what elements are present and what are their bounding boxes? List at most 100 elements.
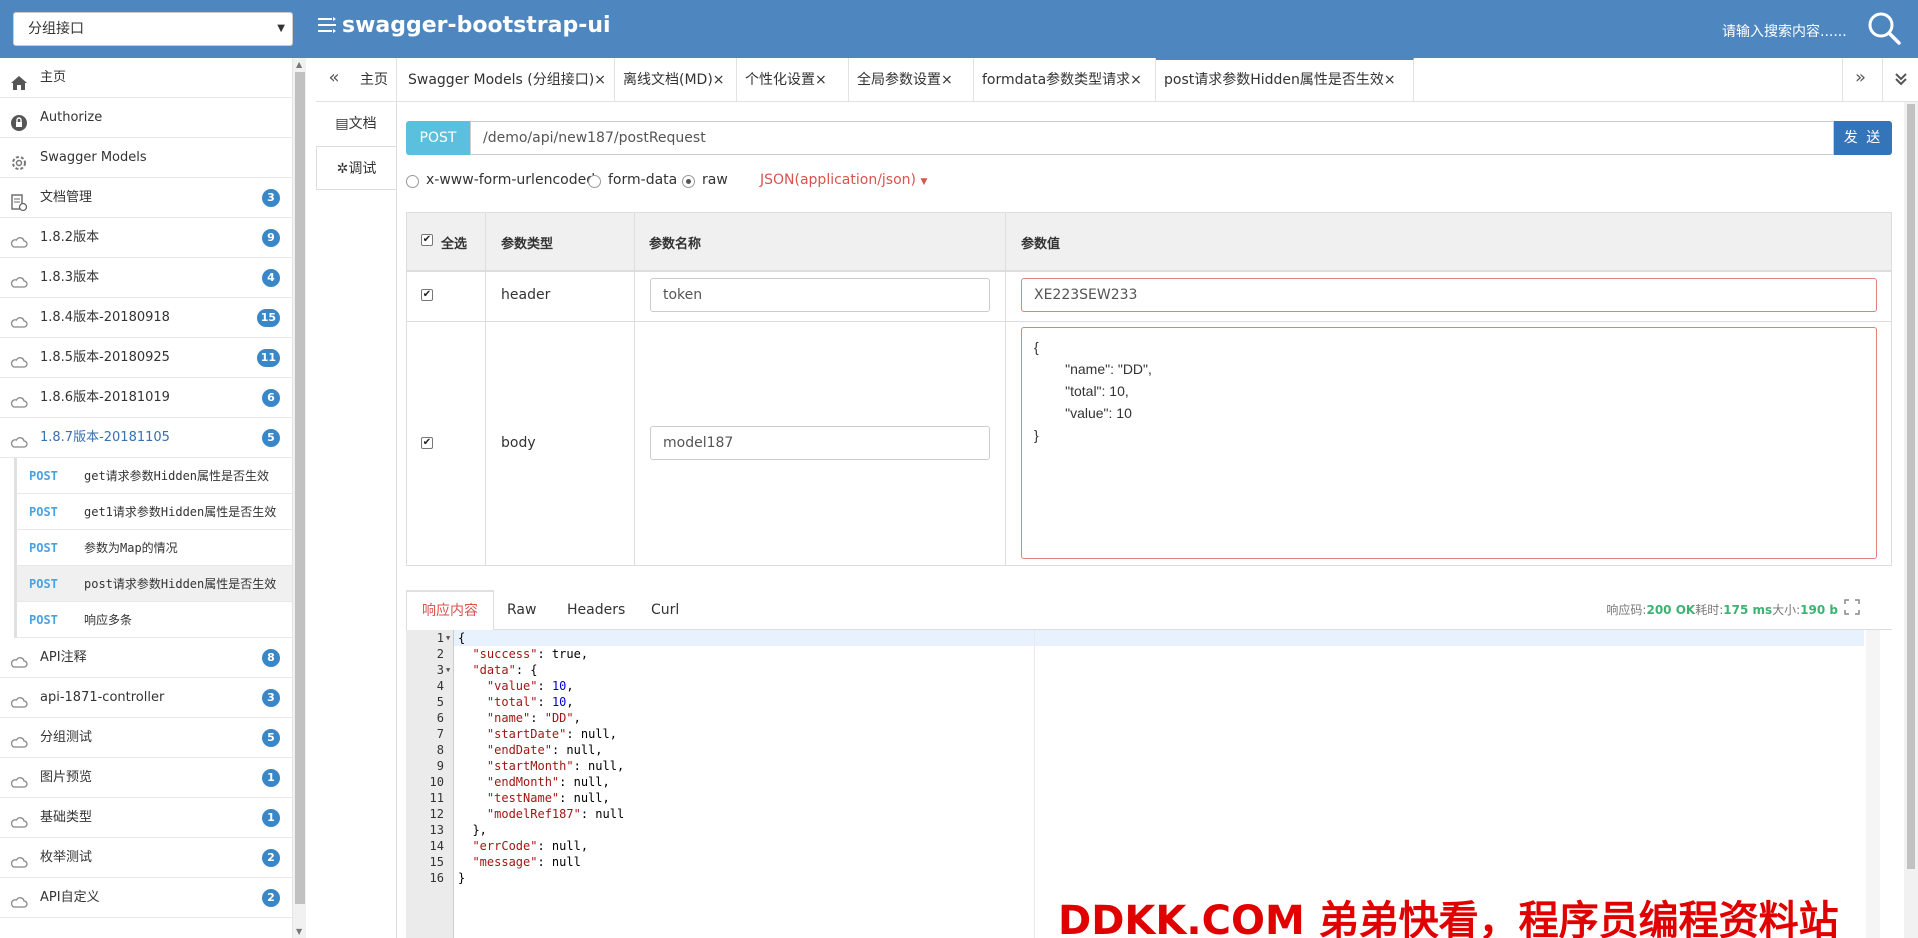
- cloud-icon: [10, 889, 28, 908]
- tabs-scroll-left-button[interactable]: «: [316, 58, 352, 102]
- tabs-scroll-right-button[interactable]: »: [1842, 58, 1878, 102]
- param-value-input[interactable]: XE223SEW233: [1021, 278, 1877, 312]
- sidebar-item[interactable]: api-1871-controller 3: [0, 678, 292, 718]
- row-checkbox[interactable]: ✔: [421, 289, 433, 301]
- sidebar-item[interactable]: Authorize: [0, 98, 292, 138]
- radio-raw-label[interactable]: raw: [702, 172, 728, 188]
- sidebar: 主页 Authorize Swagger Models 文档管理 3 1.8.2版本 9 1.…: [0, 58, 292, 938]
- sidebar-item[interactable]: 枚举测试 2: [0, 838, 292, 878]
- api-label: get1请求参数Hidden属性是否生效: [84, 505, 277, 519]
- menu-toggle-icon[interactable]: [318, 16, 336, 34]
- scroll-down-icon[interactable]: ▼: [296, 927, 302, 936]
- sidebar-item[interactable]: 基础类型 1: [0, 798, 292, 838]
- line-number: 15: [429, 855, 444, 869]
- tab-formdata[interactable]: formdata参数类型请求×: [974, 58, 1156, 102]
- url-input[interactable]: /demo/api/new187/postRequest: [470, 121, 1834, 155]
- sidebar-item[interactable]: 1.8.7版本-20181105 5: [0, 418, 292, 458]
- sidebar-item[interactable]: API注释 8: [0, 638, 292, 678]
- fullscreen-icon[interactable]: [1844, 599, 1860, 615]
- param-name-input[interactable]: token: [650, 278, 990, 312]
- th-param-type: 参数类型: [501, 237, 554, 252]
- sidebar-item[interactable]: 主页: [0, 58, 292, 98]
- radio-form-data[interactable]: [588, 175, 601, 188]
- watermark: DDKK.COM 弟弟快看，程序员编程资料站: [1058, 898, 1839, 938]
- tab-response-content[interactable]: 响应内容: [406, 590, 494, 631]
- sidebar-item-label: 1.8.2版本: [40, 230, 100, 245]
- main-scrollbar[interactable]: [1904, 102, 1918, 938]
- sidebar-item[interactable]: 1.8.2版本 9: [0, 218, 292, 258]
- fold-arrow-icon[interactable]: ▼: [446, 634, 450, 642]
- tab-post-hidden[interactable]: post请求参数Hidden属性是否生效×: [1156, 58, 1414, 102]
- body-json-textarea[interactable]: { "name": "DD", "total": 10, "value": 10…: [1021, 327, 1877, 559]
- sidebar-item[interactable]: Swagger Models: [0, 138, 292, 178]
- col-divider: [1005, 213, 1006, 565]
- tab-home[interactable]: 主页: [352, 58, 397, 102]
- radio-form-data-label[interactable]: form-data: [608, 172, 677, 188]
- code-line: }: [458, 871, 466, 885]
- group-select[interactable]: 分组接口 ▼: [13, 12, 293, 46]
- tab-swagger-models[interactable]: Swagger Models (分组接口)×: [400, 58, 615, 102]
- group-select-value: 分组接口: [28, 21, 84, 37]
- line-number: 4: [436, 679, 444, 693]
- tab-offline-doc[interactable]: 离线文档(MD)×: [615, 58, 737, 102]
- sidebar-item[interactable]: 1.8.5版本-20180925 11: [0, 338, 292, 378]
- api-list-item[interactable]: POST 参数为Map的情况: [14, 530, 292, 566]
- editor-scrollbar[interactable]: [1866, 630, 1880, 938]
- cloud-icon: [10, 729, 28, 748]
- raw-type-dropdown[interactable]: JSON(application/json) ▼: [760, 172, 927, 188]
- tab-response-raw[interactable]: Raw: [492, 590, 551, 630]
- fold-arrow-icon[interactable]: ▼: [446, 666, 450, 674]
- tab-personal-settings[interactable]: 个性化设置×: [737, 58, 849, 102]
- sidebar-item-label: API自定义: [40, 890, 100, 905]
- main-scroll-thumb[interactable]: [1907, 104, 1915, 869]
- count-badge: 11: [256, 349, 280, 367]
- search-icon[interactable]: [1866, 10, 1902, 46]
- sidebar-item-label: API注释: [40, 650, 87, 665]
- line-number: 12: [429, 807, 444, 821]
- tabs-menu-button[interactable]: [1882, 58, 1918, 102]
- sidebar-item-label: Authorize: [40, 110, 103, 125]
- sidebar-item[interactable]: 图片预览 1: [0, 758, 292, 798]
- code-line: "success": true,: [472, 647, 589, 661]
- sidebar-item[interactable]: 文档管理 3: [0, 178, 292, 218]
- api-list-item[interactable]: POST 响应多条: [14, 602, 292, 638]
- sidebar-scrollbar[interactable]: ▲ ▼: [292, 58, 306, 938]
- cloud-icon: [10, 349, 28, 368]
- home-icon: [10, 69, 28, 90]
- params-table: ✔ 全选 参数类型 参数名称 参数值 ✔ header token XE223S…: [406, 212, 1892, 566]
- code-line: "total": 10,: [486, 695, 574, 709]
- radio-urlencoded-label[interactable]: x-www-form-urlencoded: [426, 172, 595, 188]
- sidebar-item[interactable]: 1.8.4版本-20180918 15: [0, 298, 292, 338]
- row-checkbox[interactable]: ✔: [421, 437, 433, 449]
- sidebar-item-label: 1.8.5版本-20180925: [40, 350, 170, 365]
- param-name-input[interactable]: model187: [650, 426, 990, 460]
- api-list-item[interactable]: POST get请求参数Hidden属性是否生效: [14, 458, 292, 494]
- line-number: 1: [436, 631, 444, 645]
- count-badge: 2: [262, 889, 280, 907]
- sidebar-item[interactable]: 1.8.6版本-20181019 6: [0, 378, 292, 418]
- sidebar-item-label: 1.8.4版本-20180918: [40, 310, 170, 325]
- select-all-checkbox[interactable]: ✔: [421, 234, 433, 246]
- sidebar-item[interactable]: API自定义 2: [0, 878, 292, 918]
- tab-global-params[interactable]: 全局参数设置×: [849, 58, 974, 102]
- radio-raw[interactable]: [682, 175, 695, 188]
- doc-manage-icon: [10, 189, 28, 212]
- response-tabs: 响应内容 Raw Headers Curl 响应码:200 OK耗时:175 m…: [406, 590, 1892, 631]
- radio-urlencoded[interactable]: [406, 175, 419, 188]
- row-divider: [407, 271, 1891, 272]
- scroll-up-icon[interactable]: ▲: [296, 60, 302, 69]
- search-input[interactable]: 请输入搜索内容......: [1722, 21, 1847, 41]
- cloud-icon: [10, 649, 28, 668]
- tab-response-headers[interactable]: Headers: [552, 590, 640, 630]
- tab-doc[interactable]: ▤文档: [316, 102, 396, 146]
- send-button[interactable]: 发 送: [1834, 121, 1892, 155]
- sidebar-item[interactable]: 1.8.3版本 4: [0, 258, 292, 298]
- tab-debug[interactable]: ✲调试: [316, 146, 396, 190]
- api-list-item[interactable]: POST get1请求参数Hidden属性是否生效: [14, 494, 292, 530]
- api-list-item[interactable]: POST post请求参数Hidden属性是否生效: [14, 566, 292, 602]
- line-number: 2: [436, 647, 444, 661]
- line-number: 7: [436, 727, 444, 741]
- sidebar-item[interactable]: 分组测试 5: [0, 718, 292, 758]
- tab-response-curl[interactable]: Curl: [636, 590, 694, 630]
- sidebar-scroll-thumb[interactable]: [295, 72, 305, 904]
